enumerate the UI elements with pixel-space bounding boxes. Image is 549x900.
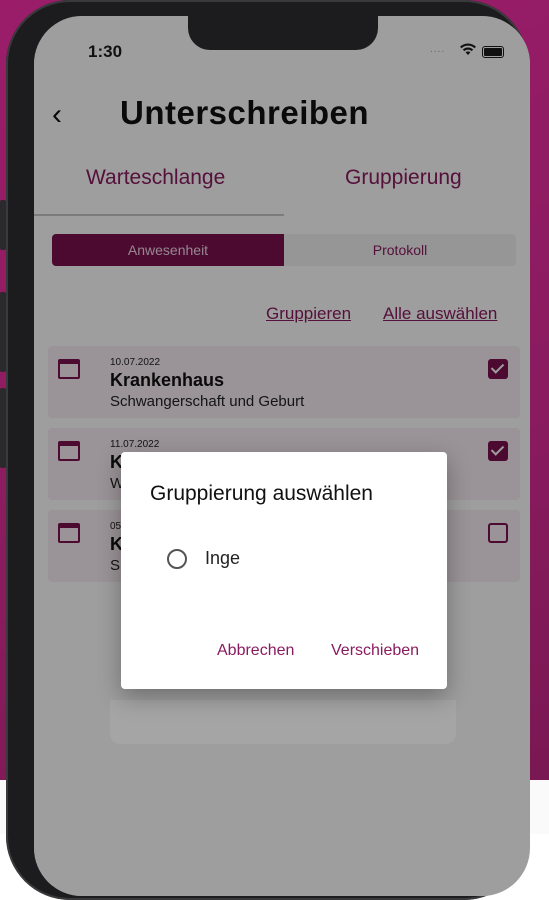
battery-icon bbox=[482, 46, 504, 58]
phone-frame: 1:30 .... ‹ Unterschreiben Warteschlange… bbox=[6, 0, 530, 900]
status-time: 1:30 bbox=[88, 42, 123, 61]
cancel-button[interactable]: Abbrechen bbox=[217, 642, 294, 660]
phone-notch bbox=[188, 16, 378, 50]
move-button[interactable]: Verschieben bbox=[331, 642, 419, 660]
dialog-title: Gruppierung auswählen bbox=[150, 482, 373, 505]
radio-label: Inge bbox=[205, 548, 241, 568]
wifi-icon bbox=[460, 43, 476, 59]
radio-button[interactable] bbox=[167, 549, 187, 569]
dialog-shadow-ghost bbox=[110, 700, 456, 744]
group-select-dialog: Gruppierung auswählen Inge Abbrechen Ver… bbox=[121, 452, 447, 689]
app-screen: 1:30 .... ‹ Unterschreiben Warteschlange… bbox=[34, 16, 530, 896]
signal-dots: .... bbox=[430, 44, 446, 55]
